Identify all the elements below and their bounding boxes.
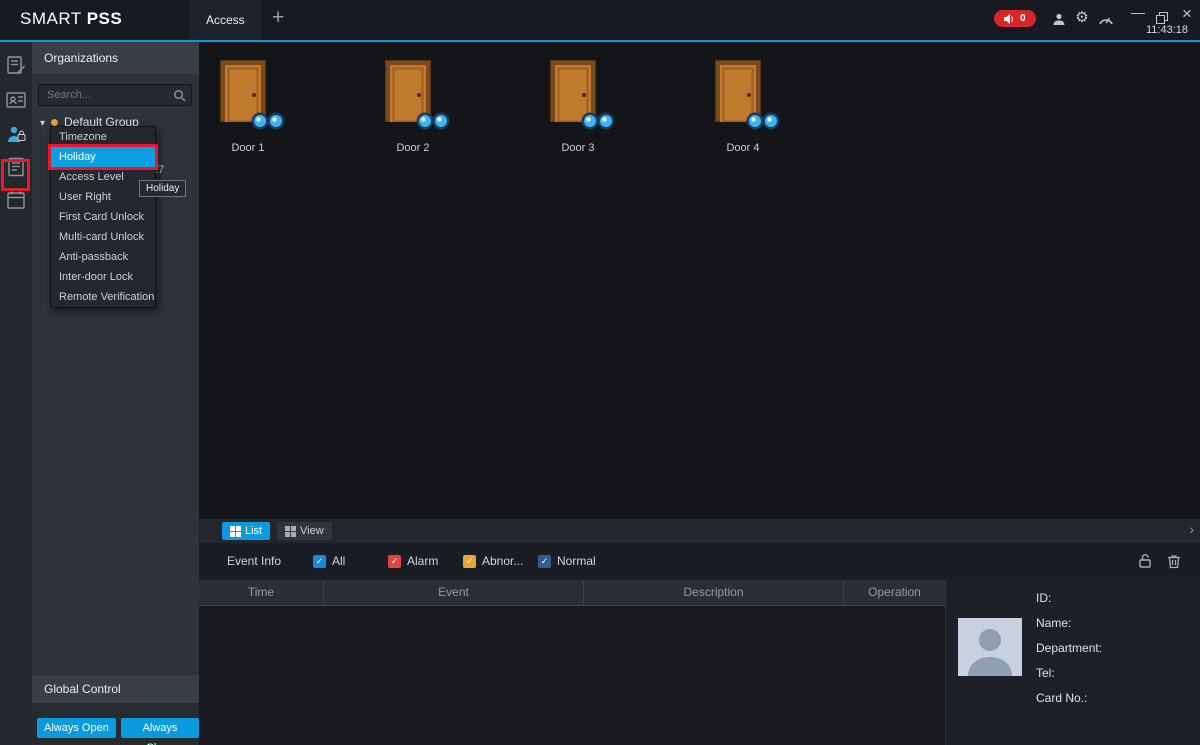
- event-info-label: Event Info: [227, 543, 281, 580]
- logo-pss: PSS: [87, 9, 123, 28]
- checkbox-normal[interactable]: ✓: [538, 555, 551, 568]
- column-time: Time: [199, 580, 324, 605]
- door-label: Door 2: [396, 142, 429, 154]
- organizations-header: Organizations: [32, 42, 199, 74]
- menu-item-first-card-unlock[interactable]: First Card Unlock: [51, 207, 155, 227]
- filter-label: Normal: [557, 554, 596, 568]
- report-module-icon[interactable]: [5, 156, 27, 178]
- door-item-2[interactable]: Door 2: [368, 60, 458, 154]
- door-label: Door 3: [561, 142, 594, 154]
- field-id-label: ID:: [1036, 591, 1051, 605]
- column-event: Event: [324, 580, 584, 605]
- filter-label: All: [332, 554, 345, 568]
- clock: 11:43:18: [1146, 24, 1188, 36]
- filter-normal[interactable]: ✓ Normal: [538, 554, 596, 568]
- grid-icon: [285, 526, 296, 537]
- holiday-tooltip: Holiday: [139, 180, 186, 197]
- topbar: SMART PSS Access + 0 ⚙ — × 11:43:18: [0, 0, 1200, 42]
- close-button[interactable]: ×: [1177, 4, 1197, 24]
- group-icon: [51, 119, 58, 126]
- menu-item-multi-card-unlock[interactable]: Multi-card Unlock: [51, 227, 155, 247]
- filter-all[interactable]: ✓ All: [313, 554, 345, 568]
- avatar: [958, 618, 1022, 676]
- menu-item-inter-door-lock[interactable]: Inter-door Lock: [51, 267, 155, 287]
- column-description: Description: [584, 580, 844, 605]
- menu-item-anti-passback[interactable]: Anti-passback: [51, 247, 155, 267]
- user-card-module-icon[interactable]: [5, 89, 27, 111]
- person-detail-panel: ID: Name: Department: Tel: Card No.:: [945, 580, 1200, 745]
- tab-access[interactable]: Access: [190, 0, 261, 40]
- event-filter-row: Event Info ✓ All ✓ Alarm ✓ Abnor... ✓ No…: [199, 543, 1200, 580]
- module-icon-strip: [0, 42, 32, 745]
- column-operation: Operation: [844, 580, 945, 605]
- view-label: View: [300, 525, 324, 537]
- filter-alarm[interactable]: ✓ Alarm: [388, 554, 438, 568]
- menu-item-timezone[interactable]: Timezone: [51, 127, 155, 147]
- list-toggle-button[interactable]: List: [222, 522, 270, 540]
- checkbox-all[interactable]: ✓: [313, 555, 326, 568]
- settings-gear-icon[interactable]: ⚙: [1073, 8, 1091, 26]
- filter-label: Alarm: [407, 554, 438, 568]
- list-view-bar: List View ›: [199, 519, 1200, 543]
- global-control-header: Global Control: [32, 675, 199, 703]
- minimize-button[interactable]: —: [1128, 2, 1148, 22]
- access-permission-module-icon[interactable]: [5, 123, 27, 145]
- filter-abnormal[interactable]: ✓ Abnor...: [463, 554, 523, 568]
- field-department-label: Department:: [1036, 641, 1102, 655]
- grid-icon: [230, 526, 241, 537]
- door-label: Door 4: [726, 142, 759, 154]
- list-label: List: [245, 525, 262, 537]
- checkbox-abnormal[interactable]: ✓: [463, 555, 476, 568]
- search-input[interactable]: [39, 85, 191, 105]
- monitor-binoculars-icon: [415, 110, 451, 132]
- always-open-button[interactable]: Always Open: [37, 718, 116, 738]
- field-tel-label: Tel:: [1036, 666, 1055, 680]
- field-name-label: Name:: [1036, 616, 1071, 630]
- alarm-sound-badge[interactable]: 0: [994, 10, 1036, 27]
- tree-expand-caret[interactable]: ▾: [40, 118, 45, 129]
- door-item-3[interactable]: Door 3: [533, 60, 623, 154]
- door-item-1[interactable]: Door 1: [203, 60, 293, 154]
- smartpss-window: SMART PSS Access + 0 ⚙ — × 11:43:18: [0, 0, 1200, 745]
- user-account-icon[interactable]: [1050, 10, 1068, 28]
- attendance-calendar-module-icon[interactable]: [5, 189, 27, 211]
- logo-smart: SMART: [20, 9, 82, 28]
- checkbox-alarm[interactable]: ✓: [388, 555, 401, 568]
- unlock-icon[interactable]: [1137, 553, 1153, 574]
- app-logo: SMART PSS: [20, 9, 122, 29]
- access-context-menu: Timezone Holiday Access Level User Right…: [50, 126, 156, 308]
- performance-gauge-icon[interactable]: [1097, 10, 1115, 28]
- always-close-button[interactable]: Always Close: [121, 718, 199, 738]
- menu-item-holiday[interactable]: Holiday: [51, 147, 155, 167]
- field-cardno-label: Card No.:: [1036, 691, 1087, 705]
- door-grid: Door 1 Door 2 Door 3: [203, 60, 788, 154]
- add-tab-button[interactable]: +: [272, 6, 284, 30]
- global-control-actions: Always Open Always Close: [32, 703, 199, 745]
- event-table-body: [199, 606, 945, 745]
- restore-icon: [1156, 12, 1168, 24]
- search-icon[interactable]: [173, 89, 186, 107]
- door-item-4[interactable]: Door 4: [698, 60, 788, 154]
- event-table-header: Time Event Description Operation: [199, 580, 945, 606]
- main-content: Door 1 Door 2 Door 3: [199, 42, 1200, 745]
- log-module-icon[interactable]: [5, 54, 27, 76]
- menu-item-remote-verification[interactable]: Remote Verification: [51, 287, 155, 307]
- monitor-binoculars-icon: [250, 110, 286, 132]
- view-toggle-button[interactable]: View: [277, 522, 332, 540]
- collapse-arrow[interactable]: ›: [1189, 521, 1194, 537]
- alarm-count: 0: [1020, 13, 1026, 24]
- door-label: Door 1: [231, 142, 264, 154]
- speaker-icon: [1003, 14, 1015, 24]
- trash-icon[interactable]: [1167, 553, 1181, 574]
- monitor-binoculars-icon: [745, 110, 781, 132]
- filter-label: Abnor...: [482, 554, 523, 568]
- monitor-binoculars-icon: [580, 110, 616, 132]
- org-search: [38, 84, 192, 106]
